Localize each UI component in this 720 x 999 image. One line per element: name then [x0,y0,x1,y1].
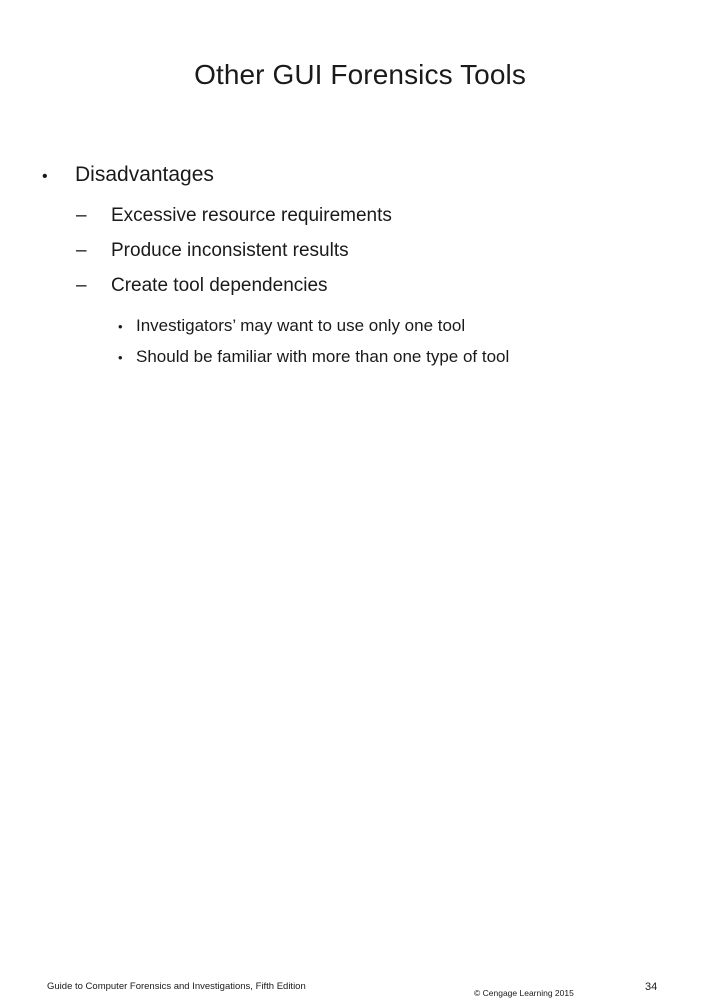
footer-copyright-text: © Cengage Learning 2015 [474,988,574,998]
bullet-marker-dot-icon: • [118,319,123,334]
slide: Other GUI Forensics Tools • Disadvantage… [0,0,720,998]
slide-body: • Disadvantages – Excessive resource req… [0,160,720,373]
bullet-item-level1: • Disadvantages [0,160,720,192]
bullet-text: Create tool dependencies [111,275,328,296]
bullet-item-level2: – Excessive resource requirements [0,198,720,233]
bullet-marker-dot-icon: • [42,168,48,185]
page-title: Other GUI Forensics Tools [194,59,526,90]
bullet-marker-dot-icon: • [118,350,123,365]
bullet-text: Disadvantages [75,163,214,186]
bullet-marker-dash-icon: – [76,205,87,226]
bullet-item-level2: – Produce inconsistent results [0,233,720,268]
bullet-item-level3: • Investigators’ may want to use only on… [0,311,720,342]
footer-source-text: Guide to Computer Forensics and Investig… [47,981,306,992]
bullet-text: Produce inconsistent results [111,240,349,261]
bullet-item-level2: – Create tool dependencies [0,268,720,303]
slide-footer: Guide to Computer Forensics and Investig… [0,480,720,998]
bullet-text: Excessive resource requirements [111,205,392,226]
footer-page-number: 34 [645,981,658,993]
bullet-text: Should be familiar with more than one ty… [136,347,510,366]
bullet-item-level3: • Should be familiar with more than one … [0,342,720,373]
bullet-group-level3: • Investigators’ may want to use only on… [0,311,720,373]
bullet-text: Investigators’ may want to use only one … [136,316,466,335]
bullet-marker-dash-icon: – [76,240,87,261]
bullet-marker-dash-icon: – [76,275,87,296]
